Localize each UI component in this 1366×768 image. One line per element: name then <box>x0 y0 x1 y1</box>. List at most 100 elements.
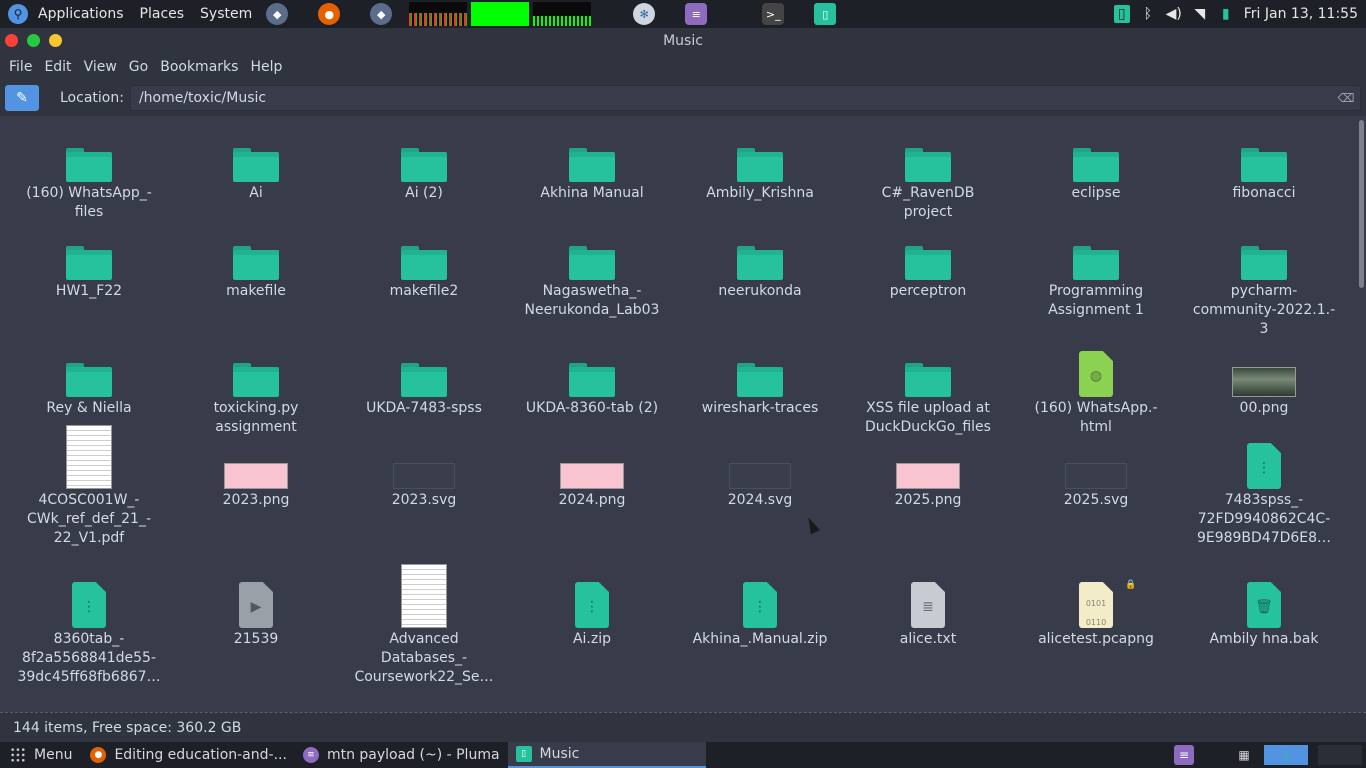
volume-icon[interactable]: ◀) <box>1166 5 1182 23</box>
file-item[interactable]: wireshark-traces <box>685 347 835 418</box>
files-launcher-icon[interactable]: ▯ <box>814 3 837 25</box>
file-item-label: Programming Assignment 1 <box>1048 283 1144 318</box>
menubar: File Edit View Go Bookmarks Help <box>0 54 1366 80</box>
task-music[interactable]: ▯ Music <box>507 742 706 768</box>
clear-location-icon[interactable]: ⌫ <box>1337 91 1354 105</box>
file-item[interactable]: 🗑 Ambily hna.bak <box>1189 578 1339 649</box>
status-bar: 144 items, Free space: 360.2 GB <box>0 712 1366 742</box>
file-item[interactable]: 2023.svg <box>349 439 499 510</box>
battery-icon[interactable]: ▮ <box>1218 5 1234 23</box>
vertical-scrollbar[interactable] <box>1356 116 1366 712</box>
file-item[interactable]: 4COSC001W_- CWk_ref_def_21_- 22_V1.pdf <box>14 423 164 548</box>
memory-graph-icon[interactable] <box>471 2 530 26</box>
file-item[interactable]: Akhina Manual <box>517 132 667 203</box>
file-item[interactable]: neerukonda <box>685 230 835 301</box>
places-menu[interactable]: Places <box>134 6 191 22</box>
launcher-app2-icon[interactable]: ◆ <box>370 3 393 25</box>
file-item[interactable]: 2024.png <box>517 439 667 510</box>
menu-view[interactable]: View <box>78 54 123 80</box>
system-menu[interactable]: System <box>194 6 258 22</box>
file-item-label: Advanced Databases_- Coursework22_Se… <box>354 631 494 685</box>
file-item[interactable]: 2024.svg <box>685 439 835 510</box>
menu-go[interactable]: Go <box>123 54 154 80</box>
workspace-switcher: ≡ ▦ ▯ <box>1174 745 1366 765</box>
file-item[interactable]: Ai (2) <box>349 132 499 203</box>
edit-location-toggle[interactable]: ✎ <box>5 85 39 111</box>
location-input[interactable]: /home/toxic/Music ⌫ <box>129 85 1361 111</box>
file-item[interactable]: Programming Assignment 1 <box>1021 230 1171 320</box>
scrollbar-thumb[interactable] <box>1359 120 1364 288</box>
file-item[interactable]: ⋮ Akhina_.Manual.zip <box>685 578 835 649</box>
distro-logo-icon[interactable]: ⚲ <box>8 4 28 24</box>
file-item[interactable]: XSS file upload at DuckDuckGo_files <box>853 347 1003 437</box>
taskbar-menu-button[interactable]: Menu <box>0 747 82 763</box>
file-item[interactable]: (160) WhatsApp_- files <box>14 132 164 222</box>
file-item[interactable]: ⋮ 8360tab_- 8f2a5568841de55- 39dc45ff68fb… <box>14 578 164 687</box>
launcher-app-icon[interactable]: ◆ <box>266 3 289 25</box>
file-item[interactable]: 00.png <box>1189 347 1339 418</box>
file-item[interactable]: ▶ 21539 <box>181 578 331 649</box>
file-item[interactable]: 2025.png <box>853 439 1003 510</box>
file-item[interactable]: Advanced Databases_- Coursework22_Se… <box>349 562 499 687</box>
file-item[interactable]: ⋮ 7483spss_- 72FD9940862C4C- 9E989BD47D6E… <box>1189 439 1339 548</box>
task-pluma[interactable]: ≡ mtn payload (~) - Pluma <box>295 742 508 768</box>
network-graph-icon[interactable] <box>533 2 592 26</box>
image-thumbnail-icon <box>1232 367 1296 397</box>
window-titlebar[interactable]: Music <box>0 28 1366 54</box>
workspace-2-icon[interactable]: ▯ <box>1264 745 1308 765</box>
folder-icon <box>905 363 951 397</box>
app-grid-icon <box>10 747 26 763</box>
menu-file[interactable]: File <box>3 54 38 80</box>
status-text: 144 items, Free space: 360.2 GB <box>13 719 242 736</box>
file-item[interactable]: ◍ (160) WhatsApp.- html <box>1021 347 1171 437</box>
text-editor-launcher-icon[interactable]: ≡ <box>685 3 708 25</box>
settings-launcher-icon[interactable]: ✻ <box>633 3 656 25</box>
file-item[interactable]: perceptron <box>853 230 1003 301</box>
file-item[interactable]: toxicking.py assignment <box>181 347 331 437</box>
file-item-label: 2024.png <box>558 492 626 508</box>
file-item[interactable]: Nagaswetha_- Neerukonda_Lab03 <box>517 230 667 320</box>
file-item[interactable]: HW1_F22 <box>14 230 164 301</box>
file-item[interactable]: ≣ alice.txt <box>853 578 1003 649</box>
minimize-button[interactable] <box>27 34 40 47</box>
wifi-icon[interactable]: ◥ <box>1192 5 1208 23</box>
cpu-graph-icon[interactable] <box>409 2 468 26</box>
firefox-launcher-icon[interactable]: ● <box>318 3 341 25</box>
maximize-button[interactable] <box>49 34 62 47</box>
menu-edit[interactable]: Edit <box>38 54 77 80</box>
file-item-label: makefile2 <box>389 283 459 299</box>
file-grid[interactable]: (160) WhatsApp_- files Ai Ai (2) Akhina Man… <box>0 116 1356 712</box>
file-item[interactable]: eclipse <box>1021 132 1171 203</box>
terminal-launcher-icon[interactable]: >_ <box>762 3 785 25</box>
bluetooth-icon[interactable]: ᛒ <box>1140 5 1156 23</box>
file-item[interactable]: 2025.svg <box>1021 439 1171 510</box>
pdf-thumbnail-icon <box>401 564 447 628</box>
file-item[interactable]: UKDA-8360-tab (2) <box>517 347 667 418</box>
top-panel: ⚲ Applications Places System ◆ ● ◆ ✻ ≡ >… <box>0 0 1366 28</box>
pencil-icon: ✎ <box>16 90 28 106</box>
file-item[interactable]: UKDA-7483-spss <box>349 347 499 418</box>
file-item[interactable]: Rey & Niella <box>14 347 164 418</box>
files-tray-icon[interactable]: ▯ <box>1113 5 1130 23</box>
pluma-tray-icon[interactable]: ≡ <box>1174 745 1194 765</box>
workspace-3-icon[interactable] <box>1318 745 1362 765</box>
menu-bookmarks[interactable]: Bookmarks <box>154 54 244 80</box>
file-item[interactable]: Ambily_Krishna <box>685 132 835 203</box>
file-item[interactable]: 0101 0110 alicetest.pcapng 🔒 <box>1021 578 1171 649</box>
menu-help[interactable]: Help <box>244 54 288 80</box>
workspace-1-icon[interactable]: ▦ <box>1234 745 1254 765</box>
file-item-label: 4COSC001W_- CWk_ref_def_21_- 22_V1.pdf <box>26 492 151 546</box>
file-item[interactable]: makefile <box>181 230 331 301</box>
clock[interactable]: Fri Jan 13, 11:55 <box>1244 6 1358 22</box>
file-item[interactable]: Ai <box>181 132 331 203</box>
file-item[interactable]: ⋮ Ai.zip <box>517 578 667 649</box>
text-file-icon: ≣ <box>911 582 945 628</box>
file-item[interactable]: makefile2 <box>349 230 499 301</box>
applications-menu[interactable]: Applications <box>32 6 130 22</box>
file-item[interactable]: pycharm- community-2022.1.- 3 <box>1189 230 1339 339</box>
file-item[interactable]: fibonacci <box>1189 132 1339 203</box>
file-item[interactable]: C#_RavenDB project <box>853 132 1003 222</box>
file-item[interactable]: 2023.png <box>181 439 331 510</box>
task-firefox[interactable]: ● Editing education-and-... <box>82 742 294 768</box>
close-button[interactable] <box>5 34 18 47</box>
